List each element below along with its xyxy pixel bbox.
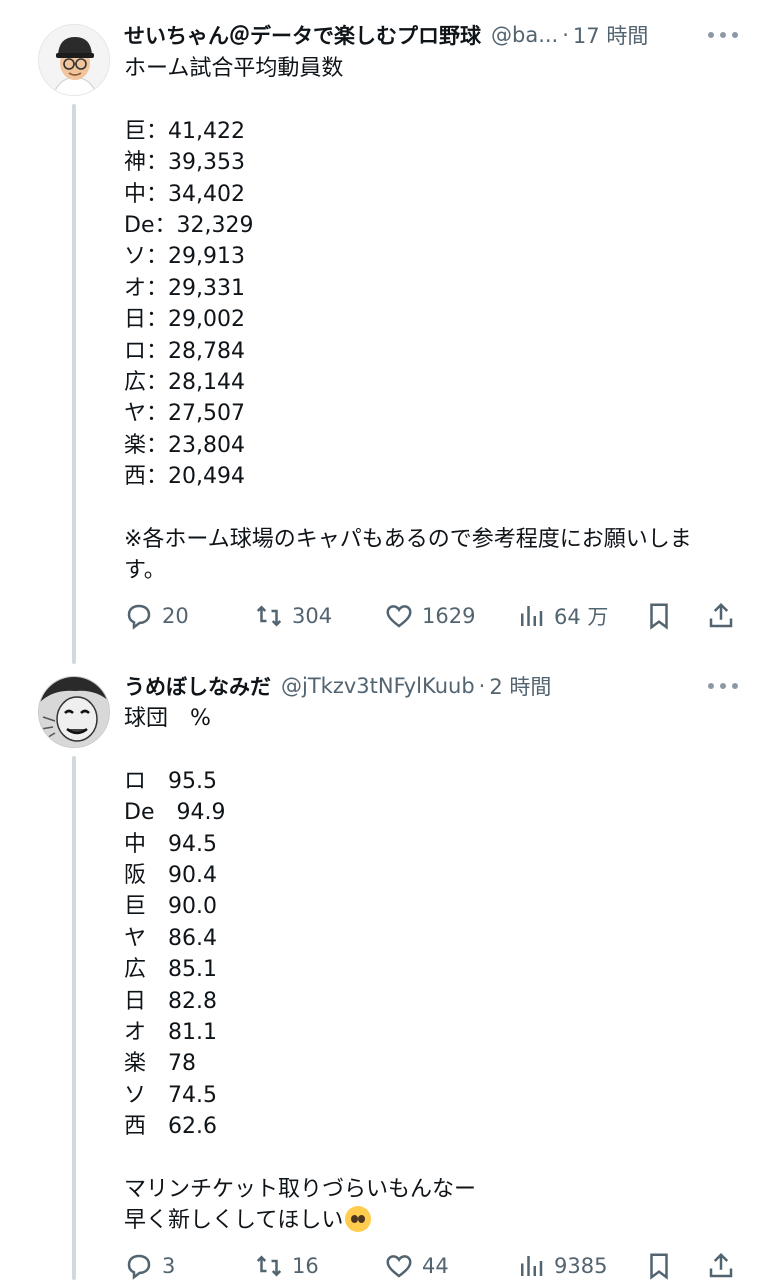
share-icon	[709, 602, 733, 628]
text-line: ホーム試合平均動員数	[124, 56, 344, 81]
reply-count: 3	[162, 1254, 176, 1278]
thread-line-top	[72, 104, 76, 664]
retweet-button[interactable]: 16	[254, 1246, 319, 1280]
like-count: 44	[422, 1254, 449, 1278]
avatar[interactable]	[38, 24, 110, 96]
text-line: 球団 %	[124, 706, 211, 731]
text-line: 日：29,002	[124, 307, 245, 333]
reply-icon	[127, 1254, 151, 1280]
timestamp[interactable]: 17 時間	[573, 20, 648, 50]
share-button[interactable]	[706, 596, 736, 636]
like-button[interactable]: 44	[384, 1246, 449, 1280]
share-button[interactable]	[706, 1246, 736, 1280]
reply-count: 20	[162, 604, 189, 628]
views-count: 64 万	[554, 605, 609, 629]
bookmark-button[interactable]	[644, 1246, 674, 1280]
views-button[interactable]: 64 万	[516, 596, 608, 636]
like-icon	[386, 605, 412, 628]
text-line: す。	[124, 558, 166, 584]
reply-button[interactable]: 20	[124, 596, 189, 636]
text-line	[124, 734, 476, 765]
retweet-count: 304	[292, 604, 333, 628]
text-line: ※各ホーム球場のキャパもあるので参考程度にお願いしま	[124, 526, 692, 552]
text-line: 中：34,402	[124, 181, 245, 207]
text-line: 巨：41,422	[124, 118, 245, 144]
text-line: 巨 90.0	[124, 894, 217, 920]
text-line: ヤ 86.4	[124, 925, 217, 951]
bookmark-icon	[650, 1253, 668, 1280]
text-line: ソ：29,913	[124, 244, 245, 270]
views-icon	[521, 1256, 543, 1276]
text-line	[124, 84, 692, 115]
text-line	[124, 492, 692, 523]
user-handle[interactable]: @ba...	[491, 23, 558, 47]
tweet-actions: 20 304 1629 64 万	[124, 596, 738, 636]
text-line: 西 62.6	[124, 1114, 217, 1140]
text-line: 早く新しくしてほしい	[124, 1208, 344, 1234]
views-icon	[521, 606, 543, 626]
reply-button[interactable]: 3	[124, 1246, 175, 1280]
reply-icon	[127, 604, 151, 630]
thread-line-bottom	[72, 756, 76, 1280]
text-line: 中 94.5	[124, 831, 217, 857]
like-icon	[386, 1255, 412, 1278]
tweet-header: うめぼしなみだ @jTkzv3tNFylKuub · 2 時間	[124, 669, 756, 703]
text-line: 西：20,494	[124, 464, 245, 490]
text-line: オ 81.1	[124, 1019, 217, 1045]
more-icon[interactable]	[708, 30, 738, 40]
text-line: 阪 90.4	[124, 862, 217, 888]
timestamp[interactable]: 2 時間	[489, 671, 551, 701]
avatar[interactable]	[38, 676, 110, 748]
text-line: オ：29,331	[124, 275, 245, 301]
separator: ·	[562, 23, 569, 47]
tweet-actions: 3 16 44 9385	[124, 1246, 738, 1280]
tweet-text: ホーム試合平均動員数 巨：41,422 神：39,353 中：34,402 De…	[124, 53, 692, 587]
share-icon	[709, 1252, 733, 1278]
avatar-manga-face-image	[39, 677, 109, 747]
views-count: 9385	[554, 1254, 608, 1278]
pleading-face-icon	[345, 1206, 372, 1233]
text-line: 楽：23,804	[124, 432, 245, 458]
retweet-count: 16	[292, 1254, 319, 1278]
views-button[interactable]: 9385	[516, 1246, 607, 1280]
separator: ·	[478, 674, 486, 698]
like-button[interactable]: 1629	[384, 596, 475, 636]
text-line	[124, 1142, 476, 1173]
retweet-button[interactable]: 304	[254, 596, 332, 636]
more-icon[interactable]	[708, 681, 738, 691]
display-name[interactable]: せいちゃん＠データで楽しむプロ野球	[124, 20, 481, 50]
tweet-header: せいちゃん＠データで楽しむプロ野球 @ba... · 17 時間	[124, 18, 756, 52]
tweet-text: 球団 % ロ 95.5 De 94.9 中 94.5 阪 90.4 巨 90.0…	[124, 703, 476, 1237]
like-count: 1629	[422, 604, 476, 628]
retweet-icon	[256, 1255, 282, 1277]
text-line: 広 85.1	[124, 957, 217, 983]
user-handle[interactable]: @jTkzv3tNFylKuub	[281, 674, 475, 698]
bookmark-icon	[650, 603, 668, 630]
retweet-icon	[256, 605, 282, 627]
text-line: ヤ：27,507	[124, 401, 245, 427]
text-line: 広：28,144	[124, 369, 245, 395]
text-line: ロ：28,784	[124, 338, 245, 364]
display-name[interactable]: うめぼしなみだ	[124, 671, 271, 701]
text-line: ロ 95.5	[124, 768, 217, 794]
text-line: De：32,329	[124, 212, 254, 238]
text-line: 日 82.8	[124, 988, 217, 1014]
text-line: ソ 74.5	[124, 1082, 217, 1108]
bookmark-button[interactable]	[644, 596, 674, 636]
text-line: マリンチケット取りづらいもんなー	[124, 1176, 477, 1202]
text-line: 神：39,353	[124, 150, 245, 176]
avatar-cap-man-image	[39, 25, 109, 95]
text-line-with-emoji: 早く新しくしてほしい	[124, 1205, 476, 1236]
text-line: 楽 78	[124, 1051, 196, 1077]
text-line: De 94.9	[124, 800, 226, 826]
